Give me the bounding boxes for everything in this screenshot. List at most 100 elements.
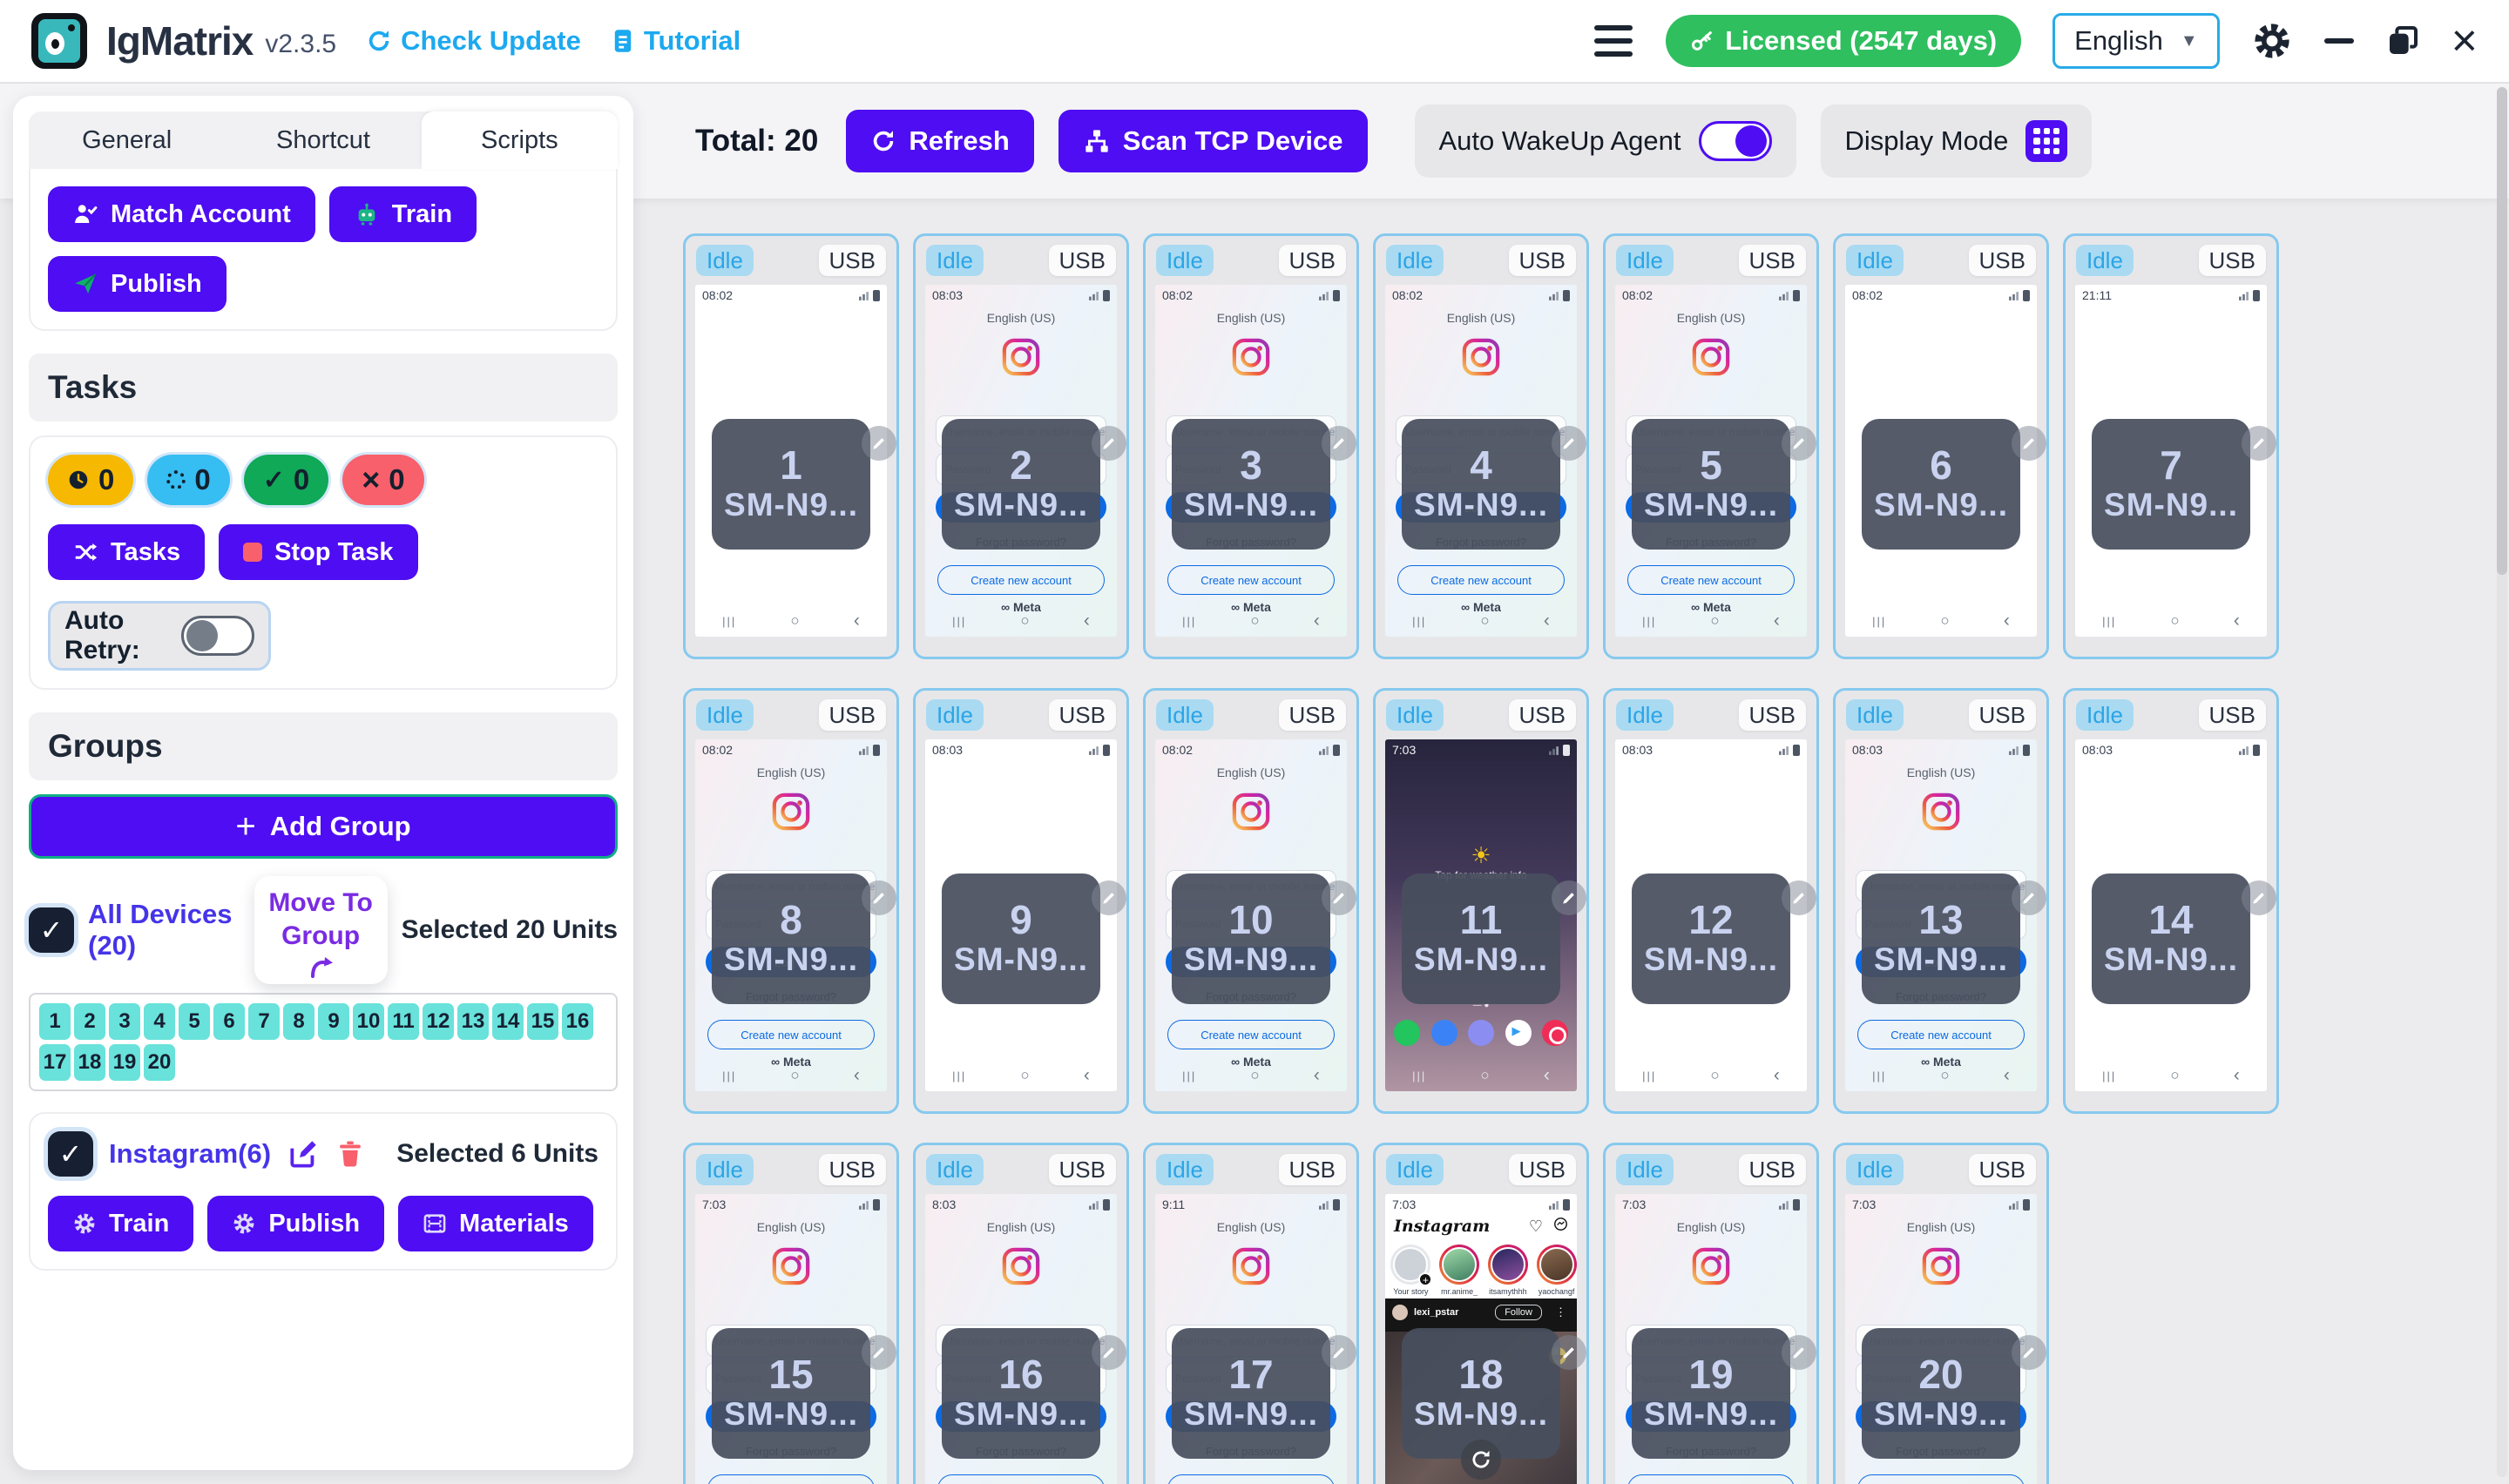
device-chip-3[interactable]: 3 [109, 1003, 140, 1040]
device-card-12[interactable]: IdleUSB08:03|||○‹12SM-N9... [1603, 688, 1819, 1114]
edit-device-icon[interactable] [1322, 880, 1356, 915]
instagram-group-label[interactable]: Instagram(6) [109, 1138, 271, 1170]
device-card-3[interactable]: IdleUSB08:02English (US)Username, email … [1143, 233, 1359, 659]
edit-device-icon[interactable] [862, 426, 896, 461]
edit-device-icon[interactable] [2012, 880, 2046, 915]
device-chip-18[interactable]: 18 [74, 1044, 105, 1081]
license-badge: Licensed (2547 days) [1666, 15, 2021, 67]
device-card-7[interactable]: IdleUSB21:11|||○‹7SM-N9... [2063, 233, 2279, 659]
edit-group-icon[interactable] [287, 1137, 320, 1170]
device-chip-15[interactable]: 15 [527, 1003, 558, 1040]
device-chip-9[interactable]: 9 [318, 1003, 349, 1040]
device-chip-11[interactable]: 11 [388, 1003, 419, 1040]
device-chip-13[interactable]: 13 [457, 1003, 489, 1040]
device-card-9[interactable]: IdleUSB08:03|||○‹9SM-N9... [913, 688, 1129, 1114]
match-account-button[interactable]: Match Account [48, 186, 315, 242]
device-chip-2[interactable]: 2 [74, 1003, 105, 1040]
device-chip-14[interactable]: 14 [492, 1003, 524, 1040]
delete-group-icon[interactable] [335, 1139, 365, 1169]
all-devices-checkbox[interactable]: ✓ [29, 907, 74, 953]
device-card-5[interactable]: IdleUSB08:02English (US)Username, email … [1603, 233, 1819, 659]
device-card-16[interactable]: IdleUSB8:03English (US)Username, email o… [913, 1143, 1129, 1484]
create-account-button: Create new account [937, 565, 1105, 595]
menu-icon[interactable] [1593, 20, 1634, 62]
language-select[interactable]: English ▼ [2053, 13, 2219, 69]
device-card-2[interactable]: IdleUSB08:03English (US)Username, email … [913, 233, 1129, 659]
device-connection-badge: USB [1509, 245, 1576, 276]
device-card-11[interactable]: IdleUSB7:03☀Tap for weather info— ●|||○‹… [1373, 688, 1589, 1114]
device-chip-16[interactable]: 16 [562, 1003, 593, 1040]
auto-wakeup-toggle[interactable] [1699, 121, 1772, 161]
device-chip-1[interactable]: 1 [39, 1003, 71, 1040]
train-button[interactable]: Train [329, 186, 477, 242]
auto-retry-toggle[interactable] [181, 616, 254, 656]
edit-device-icon[interactable] [862, 1335, 896, 1370]
group-train-button[interactable]: Train [48, 1196, 193, 1251]
device-chip-20[interactable]: 20 [144, 1044, 175, 1081]
edit-device-icon[interactable] [1322, 426, 1356, 461]
edit-device-icon[interactable] [1552, 426, 1586, 461]
refresh-button[interactable]: Refresh [846, 110, 1033, 172]
tutorial-link[interactable]: Tutorial [611, 25, 741, 57]
vertical-scrollbar[interactable] [2497, 87, 2507, 1477]
instagram-group-checkbox[interactable]: ✓ [48, 1131, 93, 1177]
home-icon: ○ [790, 612, 799, 630]
edit-device-icon[interactable] [1782, 880, 1816, 915]
all-devices-label[interactable]: All Devices (20) [88, 899, 233, 961]
edit-device-icon[interactable] [2242, 880, 2276, 915]
group-materials-button[interactable]: Materials [398, 1196, 593, 1251]
edit-device-icon[interactable] [1092, 880, 1126, 915]
device-status-badge: Idle [926, 1154, 984, 1185]
device-chip-6[interactable]: 6 [213, 1003, 245, 1040]
edit-device-icon[interactable] [2012, 426, 2046, 461]
edit-device-icon[interactable] [862, 880, 896, 915]
edit-device-icon[interactable] [1782, 426, 1816, 461]
device-card-10[interactable]: IdleUSB08:02English (US)Username, email … [1143, 688, 1359, 1114]
device-card-19[interactable]: IdleUSB7:03English (US)Username, email o… [1603, 1143, 1819, 1484]
scan-tcp-device-button[interactable]: Scan TCP Device [1058, 110, 1368, 172]
minimize-button[interactable] [2324, 38, 2354, 44]
edit-device-icon[interactable] [1092, 1335, 1126, 1370]
device-chip-19[interactable]: 19 [109, 1044, 140, 1081]
close-button[interactable]: × [2452, 18, 2478, 64]
edit-device-icon[interactable] [1552, 880, 1586, 915]
edit-device-icon[interactable] [1322, 1335, 1356, 1370]
device-card-20[interactable]: IdleUSB7:03English (US)Username, email o… [1833, 1143, 2049, 1484]
device-chip-10[interactable]: 10 [353, 1003, 384, 1040]
device-card-6[interactable]: IdleUSB08:02|||○‹6SM-N9... [1833, 233, 2049, 659]
device-card-4[interactable]: IdleUSB08:02English (US)Username, email … [1373, 233, 1589, 659]
tab-general[interactable]: General [29, 111, 225, 169]
device-card-18[interactable]: IdleUSB7:03Instagram♡+Your storymr.anime… [1373, 1143, 1589, 1484]
device-card-13[interactable]: IdleUSB08:03English (US)Username, email … [1833, 688, 2049, 1114]
tab-scripts[interactable]: Scripts [422, 111, 618, 169]
edit-device-icon[interactable] [1552, 1335, 1586, 1370]
edit-device-icon[interactable] [2012, 1335, 2046, 1370]
restore-window-button[interactable] [2385, 24, 2420, 58]
move-to-group-button[interactable]: Move To Group [254, 876, 388, 984]
device-chip-5[interactable]: 5 [179, 1003, 210, 1040]
device-card-17[interactable]: IdleUSB9:11English (US)Username, email o… [1143, 1143, 1359, 1484]
group-publish-button[interactable]: Publish [207, 1196, 384, 1251]
home-icon: ○ [790, 1067, 799, 1084]
check-update-link[interactable]: Check Update [366, 25, 581, 57]
device-chip-12[interactable]: 12 [423, 1003, 454, 1040]
publish-button[interactable]: Publish [48, 256, 227, 312]
edit-device-icon[interactable] [2242, 426, 2276, 461]
display-mode-control[interactable]: Display Mode [1821, 105, 2093, 178]
device-chip-7[interactable]: 7 [248, 1003, 280, 1040]
device-card-15[interactable]: IdleUSB7:03English (US)Username, email o… [683, 1143, 899, 1484]
edit-device-icon[interactable] [1782, 1335, 1816, 1370]
edit-device-icon[interactable] [1092, 426, 1126, 461]
device-chip-4[interactable]: 4 [144, 1003, 175, 1040]
phone-status-bar: 8:03 [925, 1194, 1117, 1215]
device-chip-17[interactable]: 17 [39, 1044, 71, 1081]
tasks-button[interactable]: Tasks [48, 524, 205, 580]
device-chip-8[interactable]: 8 [283, 1003, 314, 1040]
tab-shortcut[interactable]: Shortcut [225, 111, 421, 169]
device-card-14[interactable]: IdleUSB08:03|||○‹14SM-N9... [2063, 688, 2279, 1114]
settings-gear-icon[interactable] [2251, 20, 2293, 62]
device-card-8[interactable]: IdleUSB08:02English (US)Username, email … [683, 688, 899, 1114]
add-group-button[interactable]: + Add Group [29, 794, 618, 859]
stop-task-button[interactable]: Stop Task [219, 524, 417, 580]
device-card-1[interactable]: IdleUSB08:02|||○‹1SM-N9... [683, 233, 899, 659]
